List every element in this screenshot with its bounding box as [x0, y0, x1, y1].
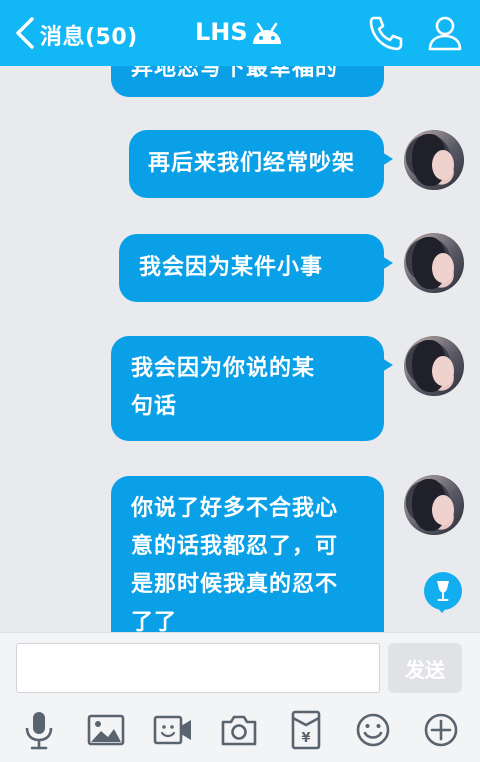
user-avatar[interactable]: [404, 475, 464, 535]
message-bubble[interactable]: 我会因为你说的某 句话: [111, 336, 393, 441]
profile-icon[interactable]: [426, 14, 464, 52]
message-bubble[interactable]: 异地恋写下最幸福的: [111, 66, 384, 97]
message-text-line: 你说了好多不合我心: [131, 496, 339, 521]
contact-name: LHS: [195, 18, 248, 46]
message-text: 我会因为某件小事: [139, 255, 324, 280]
photo-button[interactable]: [84, 708, 128, 752]
message-bubble[interactable]: 再后来我们经常吵架: [129, 130, 393, 198]
message-input-bar: 发送: [0, 632, 480, 699]
message-text-line: 我会因为你说的某: [131, 356, 316, 381]
emoji-icon: [356, 713, 390, 747]
camera-button[interactable]: [217, 708, 261, 752]
chat-title: LHS: [195, 18, 285, 46]
message-input[interactable]: [16, 643, 380, 693]
user-avatar[interactable]: [404, 233, 464, 293]
red-packet-button[interactable]: ¥: [284, 708, 328, 752]
message-text: 再后来我们经常吵架: [148, 151, 356, 176]
android-icon: [252, 22, 281, 44]
message-text: 异地恋写下最幸福的: [131, 66, 339, 81]
svg-text:¥: ¥: [301, 731, 310, 746]
send-button[interactable]: 发送: [388, 643, 462, 693]
voice-button[interactable]: [17, 708, 61, 752]
user-avatar[interactable]: [404, 336, 464, 396]
wine-glass-button[interactable]: [424, 572, 462, 613]
video-call-button[interactable]: [151, 708, 195, 752]
camera-icon: [221, 715, 257, 746]
more-button[interactable]: [419, 708, 463, 752]
back-arrow-icon[interactable]: [12, 16, 38, 50]
wine-glass-icon: [437, 581, 449, 601]
plus-icon: [424, 713, 458, 747]
user-avatar[interactable]: [404, 130, 464, 190]
red-packet-icon: ¥: [291, 710, 321, 750]
message-text-line: 意的话我都忍了，可: [131, 534, 339, 559]
back-button-label[interactable]: 消息(50): [40, 19, 138, 51]
message-text-line: 是那时候我真的忍不: [131, 572, 339, 597]
phone-icon[interactable]: [366, 13, 406, 53]
message-text-line: 句话: [131, 394, 178, 419]
microphone-icon: [25, 712, 53, 750]
image-icon: [87, 714, 125, 746]
message-bubble[interactable]: 我会因为某件小事: [119, 234, 393, 302]
emoji-button[interactable]: [351, 708, 395, 752]
message-bubble[interactable]: 你说了好多不合我心 意的话我都忍了，可 是那时候我真的忍不 了了: [111, 476, 384, 632]
input-toolbar: ¥: [0, 698, 480, 762]
message-text-line: 了了: [131, 610, 178, 632]
message-list[interactable]: 异地恋写下最幸福的 再后来我们经常吵架 我会因为某件小事 我会因为你说的某 句话…: [0, 66, 480, 632]
video-icon: [153, 715, 191, 745]
chat-header: 消息(50) LHS: [0, 0, 480, 66]
